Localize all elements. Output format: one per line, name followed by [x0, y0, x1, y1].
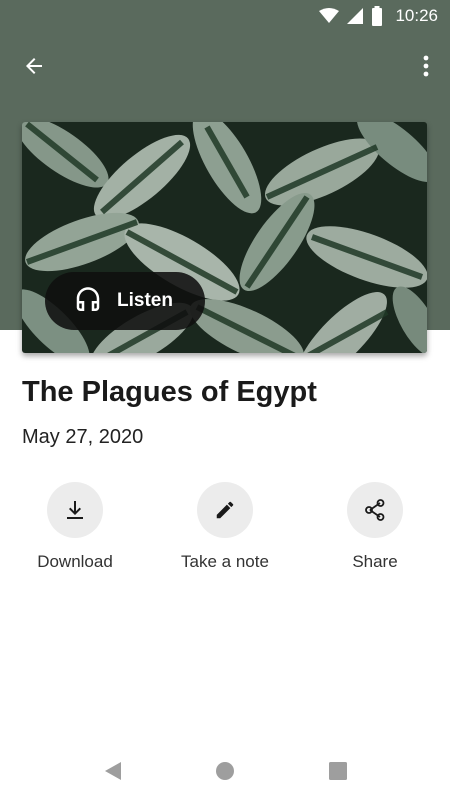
download-icon [67, 501, 83, 519]
wifi-icon [319, 8, 340, 24]
take-note-circle [197, 482, 253, 538]
episode-title: The Plagues of Egypt [22, 376, 317, 408]
take-note-label: Take a note [181, 552, 269, 571]
nav-home-button[interactable] [212, 758, 238, 784]
pencil-icon [216, 501, 234, 519]
take-note-button[interactable]: Take a note [160, 482, 290, 572]
share-icon [365, 499, 385, 521]
share-circle [347, 482, 403, 538]
system-nav-bar [0, 740, 450, 800]
share-button[interactable]: Share [310, 482, 440, 572]
nav-back-icon [105, 762, 121, 780]
headphones-icon [76, 287, 100, 311]
share-label: Share [352, 552, 398, 571]
nav-recents-icon [329, 762, 347, 780]
arrow-back-icon [26, 58, 42, 74]
back-button[interactable] [16, 48, 52, 84]
download-button[interactable]: Download [10, 482, 140, 572]
more-vert-icon [423, 55, 429, 77]
nav-back-button[interactable] [100, 758, 126, 784]
nav-recents-button[interactable] [325, 758, 351, 784]
cell-signal-icon [347, 8, 364, 24]
listen-button[interactable]: Listen [45, 272, 205, 330]
status-bar: 10:26 [0, 0, 450, 32]
status-time: 10:26 [395, 6, 438, 25]
more-options-button[interactable] [414, 48, 438, 84]
battery-icon [371, 6, 383, 26]
nav-home-icon [216, 762, 234, 780]
download-label: Download [37, 552, 113, 571]
episode-date: May 27, 2020 [22, 426, 144, 448]
listen-label: Listen [117, 290, 173, 311]
download-circle [47, 482, 103, 538]
app-bar [0, 40, 450, 92]
cover-image: Listen [22, 122, 427, 353]
